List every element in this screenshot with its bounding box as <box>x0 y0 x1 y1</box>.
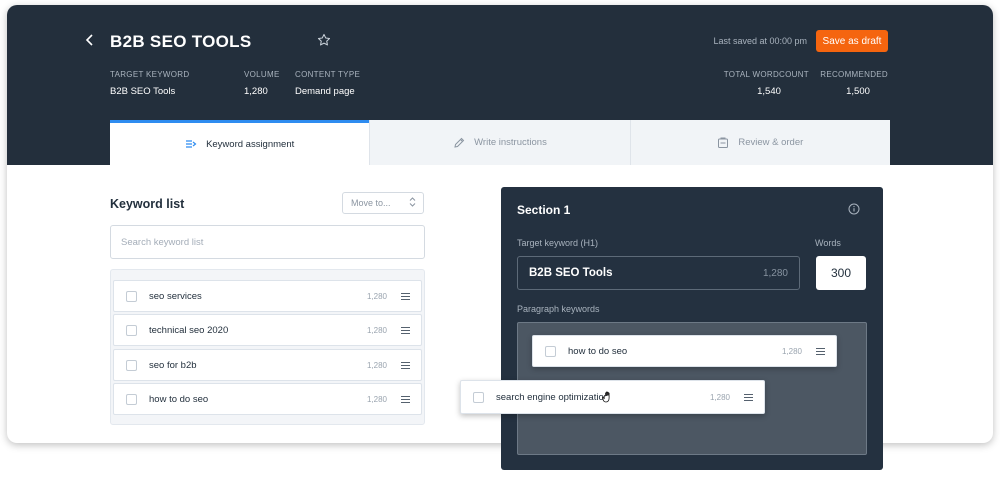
tab-label: Keyword assignment <box>206 138 295 150</box>
tab-write-instructions[interactable]: Write instructions <box>369 120 630 165</box>
tab-keyword-assignment[interactable]: Keyword assignment <box>110 120 370 165</box>
paragraph-keywords-label: Paragraph keywords <box>517 304 600 314</box>
page-title: B2B SEO TOOLS <box>110 32 252 51</box>
target-keyword-h1-label: Target keyword (H1) <box>517 238 599 248</box>
target-keyword-label: TARGET KEYWORD <box>110 70 190 79</box>
words-input[interactable] <box>816 256 866 290</box>
search-keyword-input[interactable] <box>110 225 425 259</box>
move-to-select[interactable]: Move to... <box>342 192 424 214</box>
volume-value: 1,280 <box>244 86 268 97</box>
target-keyword-text: B2B SEO Tools <box>529 267 613 279</box>
tab-label: Review & order <box>738 137 804 148</box>
row-checkbox[interactable] <box>545 345 556 357</box>
total-wordcount-value: 1,540 <box>757 86 781 97</box>
target-keyword-volume: 1,280 <box>762 268 788 279</box>
keyword-volume: 1,280 <box>709 392 730 402</box>
back-arrow-icon[interactable] <box>83 33 97 47</box>
info-icon[interactable] <box>848 203 860 215</box>
keyword-text: how to do seo <box>568 345 628 357</box>
star-icon[interactable] <box>317 33 333 49</box>
recommended-label: RECOMMENDED <box>820 70 888 79</box>
list-item[interactable]: seo services 1,280 <box>113 280 422 312</box>
row-checkbox[interactable] <box>126 290 137 302</box>
row-checkbox[interactable] <box>126 393 137 405</box>
keyword-volume: 1,280 <box>366 291 387 301</box>
keyword-list-title: Keyword list <box>110 197 185 211</box>
last-saved-text: Last saved at 00:00 pm <box>713 36 807 46</box>
review-icon <box>718 137 729 148</box>
up-down-chevron-icon <box>409 196 416 210</box>
list-item[interactable]: technical seo 2020 1,280 <box>113 314 422 346</box>
target-keyword-value: B2B SEO Tools <box>110 86 176 97</box>
save-as-draft-button[interactable]: Save as draft <box>816 30 888 52</box>
total-wordcount-label: TOTAL WORDCOUNT <box>723 70 809 79</box>
content-type-value: Demand page <box>295 86 355 97</box>
list-item[interactable]: how to do seo 1,280 <box>113 383 422 415</box>
drag-handle-icon[interactable] <box>401 292 410 300</box>
content-type-label: CONTENT TYPE <box>295 70 361 79</box>
keyword-volume: 1,280 <box>366 394 387 404</box>
keyword-text: seo for b2b <box>149 359 197 371</box>
keyword-text: seo services <box>149 290 202 302</box>
volume-label: VOLUME <box>244 70 280 79</box>
paragraph-keyword-item[interactable]: how to do seo 1,280 <box>532 335 837 367</box>
drag-handle-icon[interactable] <box>816 347 825 355</box>
words-label: Words <box>815 238 841 248</box>
move-to-value: Move to... <box>351 198 391 208</box>
grab-cursor-icon <box>602 391 610 403</box>
recommended-value: 1,500 <box>846 86 870 97</box>
keyword-volume: 1,280 <box>366 325 387 335</box>
tab-label: Write instructions <box>474 137 547 148</box>
drag-handle-icon[interactable] <box>744 393 753 401</box>
list-item[interactable]: seo for b2b 1,280 <box>113 349 422 381</box>
drag-handle-icon[interactable] <box>401 326 410 334</box>
section-title: Section 1 <box>517 203 571 217</box>
keyword-text: technical seo 2020 <box>149 324 229 336</box>
pencil-icon <box>454 137 465 148</box>
drag-handle-icon[interactable] <box>401 361 410 369</box>
keyword-list: seo services 1,280 technical seo 2020 1,… <box>110 269 425 425</box>
keyword-volume: 1,280 <box>366 360 387 370</box>
row-checkbox[interactable] <box>126 324 137 336</box>
target-keyword-field[interactable]: B2B SEO Tools 1,280 <box>517 256 800 290</box>
tab-review-order[interactable]: Review & order <box>629 120 890 165</box>
section-card: Section 1 Target keyword (H1) Words B2B … <box>501 187 883 470</box>
keyword-text: how to do seo <box>149 393 209 405</box>
keyword-volume: 1,280 <box>781 346 802 356</box>
drag-handle-icon[interactable] <box>401 395 410 403</box>
list-arrow-icon <box>186 140 197 148</box>
row-checkbox[interactable] <box>473 391 484 403</box>
row-checkbox[interactable] <box>126 359 137 371</box>
step-tabs: Keyword assignment Write instructions Re… <box>110 120 890 165</box>
